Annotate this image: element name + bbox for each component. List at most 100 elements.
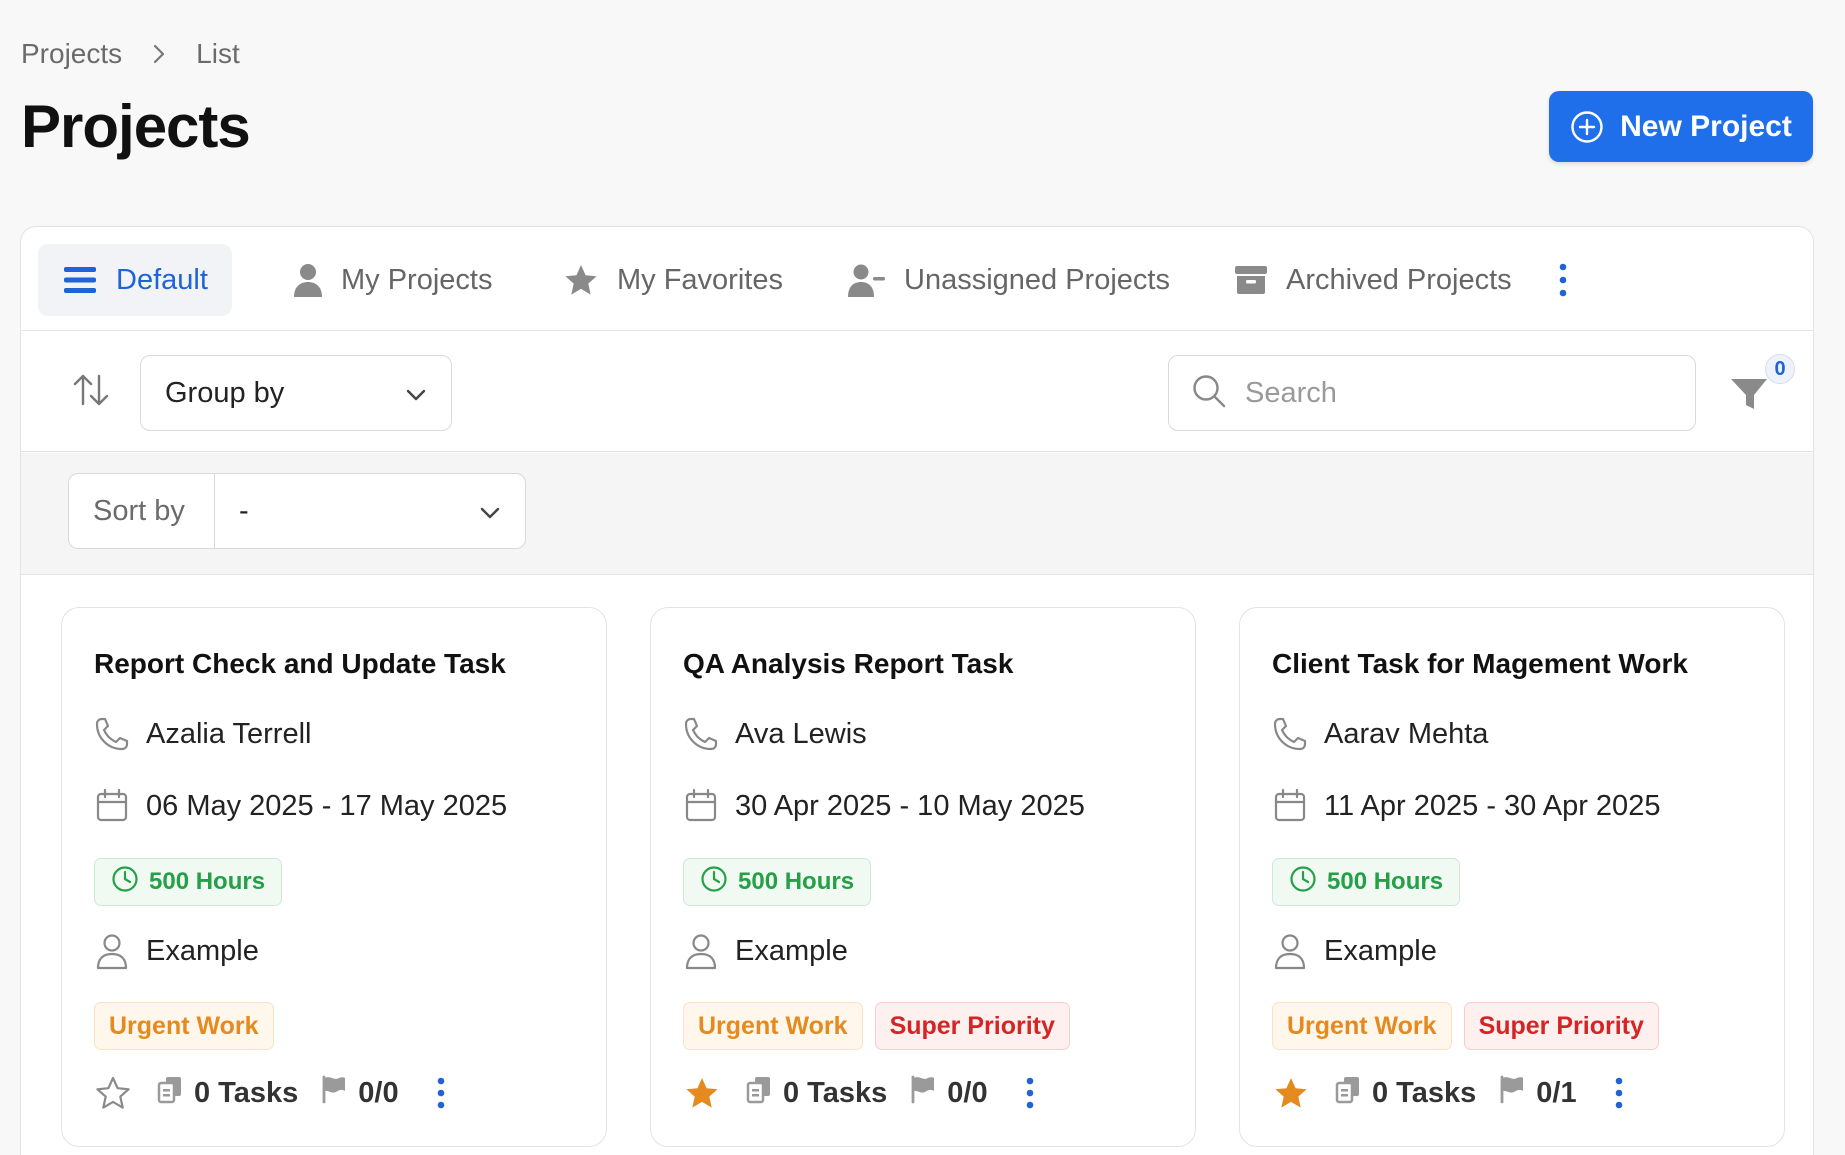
list-icon [62,264,98,296]
search-box [1168,355,1696,431]
page-title: Projects [21,93,251,160]
tag-urgent-work: Urgent Work [94,1002,274,1050]
favorite-toggle[interactable] [1272,1074,1310,1112]
breadcrumb: Projects List [21,38,240,70]
tasks-icon [745,1074,773,1112]
group-by-select[interactable]: Group by [140,355,452,431]
tasks-label: 0 Tasks [1372,1076,1477,1109]
card-menu-button[interactable] [431,1074,451,1112]
hours-badge: 500 Hours [683,858,872,906]
date-range: 11 Apr 2025 - 30 Apr 2025 [1324,789,1661,822]
tab-archived-projects[interactable]: Archived Projects [1210,244,1536,316]
star-filled-icon [1275,1078,1307,1108]
sort-by-value: - [239,494,249,527]
tab-my-favorites[interactable]: My Favorites [539,244,807,316]
kebab-icon [1615,1077,1622,1109]
tasks-icon [156,1074,184,1112]
card-footer: 0 Tasks 0/1 [1272,1074,1629,1112]
tab-my-projects-label: My Projects [341,263,493,296]
owner-name: Example [1324,934,1437,967]
chevron-right-icon [152,43,166,65]
tag-super-priority: Super Priority [1463,1002,1659,1050]
date-row: 30 Apr 2025 - 10 May 2025 [683,788,1085,824]
flag-icon [320,1074,348,1112]
sort-by-label: Sort by [69,474,215,548]
tasks-count: 0 Tasks [745,1074,887,1112]
card-menu-button[interactable] [1020,1074,1040,1112]
tag-list: Urgent Work Super Priority [683,1002,1070,1050]
star-outline-icon [96,1076,130,1109]
person-icon [1272,932,1308,970]
milestones-label: 0/1 [1536,1076,1577,1109]
owner-name: Example [735,934,848,967]
tab-my-projects[interactable]: My Projects [269,244,516,316]
more-tabs-button[interactable] [1551,260,1575,300]
sort-direction-button[interactable] [71,370,111,410]
sort-bar: Sort by - [21,453,1813,575]
owner-row: Example [683,932,848,970]
date-range: 30 Apr 2025 - 10 May 2025 [735,789,1085,822]
projects-panel: Default My Projects My Favorites Unassig… [20,226,1814,1155]
contact-name: Ava Lewis [735,717,867,750]
toolbar: Group by 0 [21,332,1813,452]
card-footer: 0 Tasks 0/0 [683,1074,1040,1112]
hours-label: 500 Hours [738,868,855,895]
contact-row: Aarav Mehta [1272,716,1488,752]
tab-unassigned-projects[interactable]: Unassigned Projects [824,244,1194,316]
chevron-down-icon [479,495,501,528]
kebab-icon [437,1077,444,1109]
project-card[interactable]: Client Task for Magement Work Aarav Meht… [1239,607,1785,1147]
person-icon [683,932,719,970]
clock-icon [111,865,139,900]
tag-list: Urgent Work [94,1002,274,1050]
date-row: 06 May 2025 - 17 May 2025 [94,788,507,824]
favorite-toggle[interactable] [683,1074,721,1112]
hours-badge: 500 Hours [1272,858,1461,906]
plus-circle-icon [1570,110,1604,144]
kebab-icon [1026,1077,1033,1109]
tag-super-priority: Super Priority [874,1002,1070,1050]
project-card[interactable]: Report Check and Update Task Azalia Terr… [61,607,607,1147]
project-title[interactable]: Client Task for Magement Work [1272,648,1688,680]
contact-row: Azalia Terrell [94,716,311,752]
user-icon [293,262,323,298]
phone-icon [683,716,719,752]
milestones-count: 0/1 [1498,1074,1577,1112]
calendar-icon [1272,788,1308,824]
new-project-button[interactable]: New Project [1549,91,1813,162]
tasks-label: 0 Tasks [194,1076,299,1109]
archive-icon [1234,264,1268,296]
owner-name: Example [146,934,259,967]
person-icon [94,932,130,970]
phone-icon [94,716,130,752]
breadcrumb-current: List [196,38,240,69]
chevron-down-icon [405,377,427,410]
phone-icon [1272,716,1308,752]
owner-row: Example [1272,932,1437,970]
tag-list: Urgent Work Super Priority [1272,1002,1659,1050]
kebab-icon [1559,263,1567,297]
calendar-icon [94,788,130,824]
date-range: 06 May 2025 - 17 May 2025 [146,789,508,822]
tab-default[interactable]: Default [38,244,232,316]
milestones-count: 0/0 [909,1074,988,1112]
group-by-label: Group by [165,376,285,409]
hours-badge: 500 Hours [94,858,283,906]
tab-my-favorites-label: My Favorites [617,263,783,296]
project-title[interactable]: QA Analysis Report Task [683,648,1013,680]
project-card[interactable]: QA Analysis Report Task Ava Lewis 30 Apr… [650,607,1196,1147]
user-minus-icon [848,262,886,298]
tasks-count: 0 Tasks [156,1074,298,1112]
tab-archived-projects-label: Archived Projects [1286,263,1512,296]
calendar-icon [683,788,719,824]
contact-name: Azalia Terrell [146,717,312,750]
hours-label: 500 Hours [149,868,266,895]
tasks-icon [1334,1074,1362,1112]
search-input[interactable] [1245,376,1665,410]
breadcrumb-projects-link[interactable]: Projects [21,38,122,70]
hours-label: 500 Hours [1327,868,1444,895]
project-title[interactable]: Report Check and Update Task [94,648,506,680]
card-menu-button[interactable] [1609,1074,1629,1112]
sort-by-select[interactable]: - [215,495,525,528]
favorite-toggle[interactable] [94,1074,132,1112]
